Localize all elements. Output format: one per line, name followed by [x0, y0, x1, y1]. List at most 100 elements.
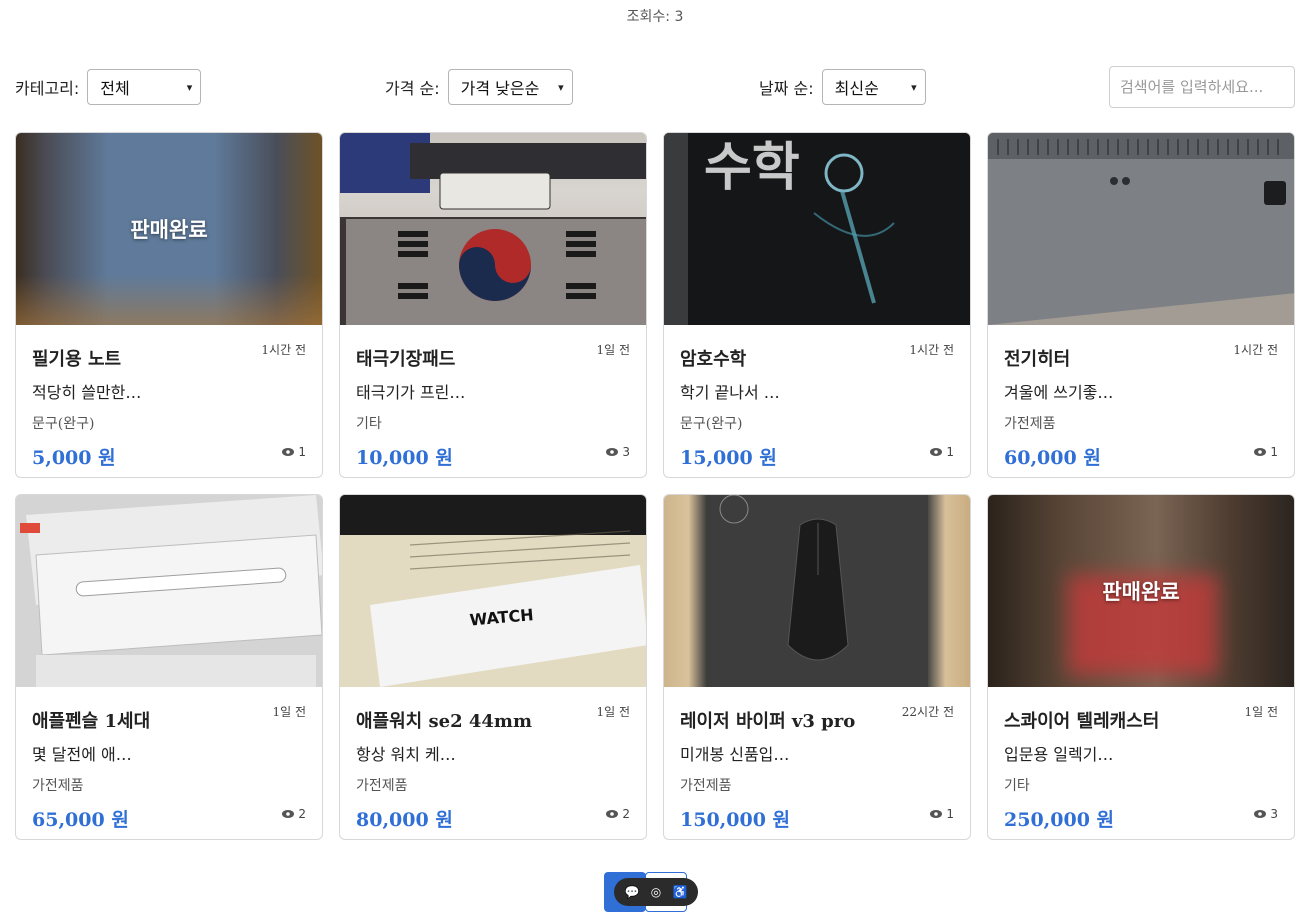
view-count-badge: 3 [606, 445, 630, 459]
product-image: 판매완료 [988, 495, 1294, 687]
product-title: 애플워치 se2 44mm [356, 711, 533, 732]
product-time: 1시간 전 [909, 343, 954, 357]
eye-icon [930, 810, 943, 818]
view-count-value: 1 [1270, 445, 1278, 459]
product-time: 1일 전 [596, 343, 630, 357]
product-category: 기타 [356, 416, 382, 432]
widget-pill: 💬 ◎ ♿ [614, 878, 698, 906]
price-sort-select[interactable]: 가격 낮은순 ▾ [447, 69, 573, 105]
product-time: 22시간 전 [901, 705, 954, 719]
toggle-icon[interactable]: ◎ [648, 885, 664, 899]
date-sort-label: 날짜 순: [759, 79, 814, 98]
eye-icon [930, 448, 943, 456]
product-card[interactable]: 애플펜슬 1세대 1일 전 몇 달전에 애… 가전제품 65,000 원 2 [15, 494, 323, 840]
product-price: 5,000 원 [32, 447, 116, 469]
search-input[interactable]: 검색어를 입력하세요... [1109, 66, 1295, 108]
product-grid: 판매완료 필기용 노트 1시간 전 적당히 쓸만한… 문구(완구) 5,000 … [15, 132, 1295, 840]
view-count-value: 3 [1270, 807, 1278, 821]
eye-icon [606, 448, 619, 456]
view-count-value: 3 [622, 445, 630, 459]
price-sort-value: 가격 낮은순 [460, 79, 540, 98]
product-card[interactable]: 판매완료 스콰이어 텔레캐스터 1일 전 입문용 일렉기… 기타 250,000… [987, 494, 1295, 840]
mouse-box-photo [708, 495, 928, 687]
book-title-text: 수학 [704, 138, 800, 198]
product-time: 1시간 전 [1233, 343, 1278, 357]
product-title: 태극기장패드 [356, 349, 456, 370]
watch-box-photo: WATCH [340, 495, 646, 687]
eye-icon [1254, 448, 1267, 456]
product-price: 65,000 원 [32, 809, 129, 831]
mousepad-photo [340, 133, 646, 325]
product-desc: 항상 워치 케… [356, 745, 456, 764]
product-time: 1일 전 [1244, 705, 1278, 719]
product-desc: 미개봉 신품입… [680, 745, 790, 764]
view-count-value: 2 [298, 807, 306, 821]
view-count-badge: 1 [930, 445, 954, 459]
product-category: 가전제품 [680, 778, 732, 794]
view-count-value: 1 [298, 445, 306, 459]
floating-widget: 💬 ◎ ♿ [604, 872, 698, 912]
view-count-badge: 2 [606, 807, 630, 821]
product-price: 15,000 원 [680, 447, 777, 469]
eye-icon [282, 448, 295, 456]
chat-icon[interactable]: 💬 [624, 885, 640, 899]
product-image [16, 495, 322, 687]
view-count-value: 1 [946, 807, 954, 821]
product-desc: 몇 달전에 애… [32, 745, 132, 764]
product-desc: 적당히 쓸만한… [32, 383, 142, 402]
product-card[interactable]: 수학 암호수학 1시간 전 학기 끝나서 … 문구(완구) 15,000 원 1 [663, 132, 971, 478]
eye-icon [282, 810, 295, 818]
product-time: 1일 전 [272, 705, 306, 719]
product-category: 가전제품 [1004, 416, 1056, 432]
product-image [664, 495, 970, 687]
category-select[interactable]: 전체 ▾ [87, 69, 202, 105]
product-category: 문구(완구) [680, 416, 743, 432]
view-count-value: 1 [946, 445, 954, 459]
product-price: 80,000 원 [356, 809, 453, 831]
view-count-badge: 1 [1254, 445, 1278, 459]
chevron-down-icon: ▾ [186, 80, 193, 94]
product-image [988, 133, 1294, 325]
view-count-badge: 1 [282, 445, 306, 459]
product-time: 1시간 전 [261, 343, 306, 357]
book-photo: 수학 [664, 133, 970, 325]
view-count-badge: 2 [282, 807, 306, 821]
product-category: 기타 [1004, 778, 1030, 794]
product-title: 스콰이어 텔레캐스터 [1004, 711, 1160, 732]
pencil-box-photo [16, 495, 322, 687]
filter-bar: 카테고리: 전체 ▾ 가격 순: 가격 낮은순 ▾ 날짜 순: 최신순 ▾ 검색… [15, 66, 1295, 108]
eye-icon [606, 810, 619, 818]
sold-badge: 판매완료 [130, 217, 208, 242]
accessibility-icon[interactable]: ♿ [672, 885, 688, 899]
heater-photo [988, 133, 1294, 325]
product-desc: 겨울에 쓰기좋… [1004, 383, 1114, 402]
product-price: 60,000 원 [1004, 447, 1101, 469]
product-image: WATCH [340, 495, 646, 687]
date-sort: 날짜 순: 최신순 ▾ [759, 69, 926, 105]
product-price: 250,000 원 [1004, 809, 1115, 831]
product-image [340, 133, 646, 325]
product-title: 애플펜슬 1세대 [32, 711, 151, 732]
product-category: 가전제품 [32, 778, 84, 794]
product-desc: 학기 끝나서 … [680, 383, 780, 402]
view-count-badge: 1 [930, 807, 954, 821]
product-category: 문구(완구) [32, 416, 95, 432]
date-sort-value: 최신순 [834, 79, 879, 98]
chevron-down-icon: ▾ [558, 80, 564, 94]
product-card[interactable]: WATCH 애플워치 se2 44mm 1일 전 항상 워치 케… 가전제품 8… [339, 494, 647, 840]
price-sort-label: 가격 순: [385, 79, 440, 98]
date-sort-select[interactable]: 최신순 ▾ [821, 69, 926, 105]
category-label: 카테고리: [15, 79, 80, 98]
sold-badge: 판매완료 [1102, 579, 1180, 604]
view-count: 조회수: 3 [626, 9, 684, 25]
category-filter: 카테고리: 전체 ▾ [15, 69, 202, 105]
product-time: 1일 전 [596, 705, 630, 719]
price-sort: 가격 순: 가격 낮은순 ▾ [385, 69, 573, 105]
product-card[interactable]: 태극기장패드 1일 전 태극기가 프린… 기타 10,000 원 3 [339, 132, 647, 478]
product-price: 150,000 원 [680, 809, 791, 831]
product-image: 수학 [664, 133, 970, 325]
product-card[interactable]: 레이저 바이퍼 v3 pro 22시간 전 미개봉 신품입… 가전제품 150,… [663, 494, 971, 840]
product-price: 10,000 원 [356, 447, 453, 469]
product-card[interactable]: 판매완료 필기용 노트 1시간 전 적당히 쓸만한… 문구(완구) 5,000 … [15, 132, 323, 478]
product-card[interactable]: 전기히터 1시간 전 겨울에 쓰기좋… 가전제품 60,000 원 1 [987, 132, 1295, 478]
